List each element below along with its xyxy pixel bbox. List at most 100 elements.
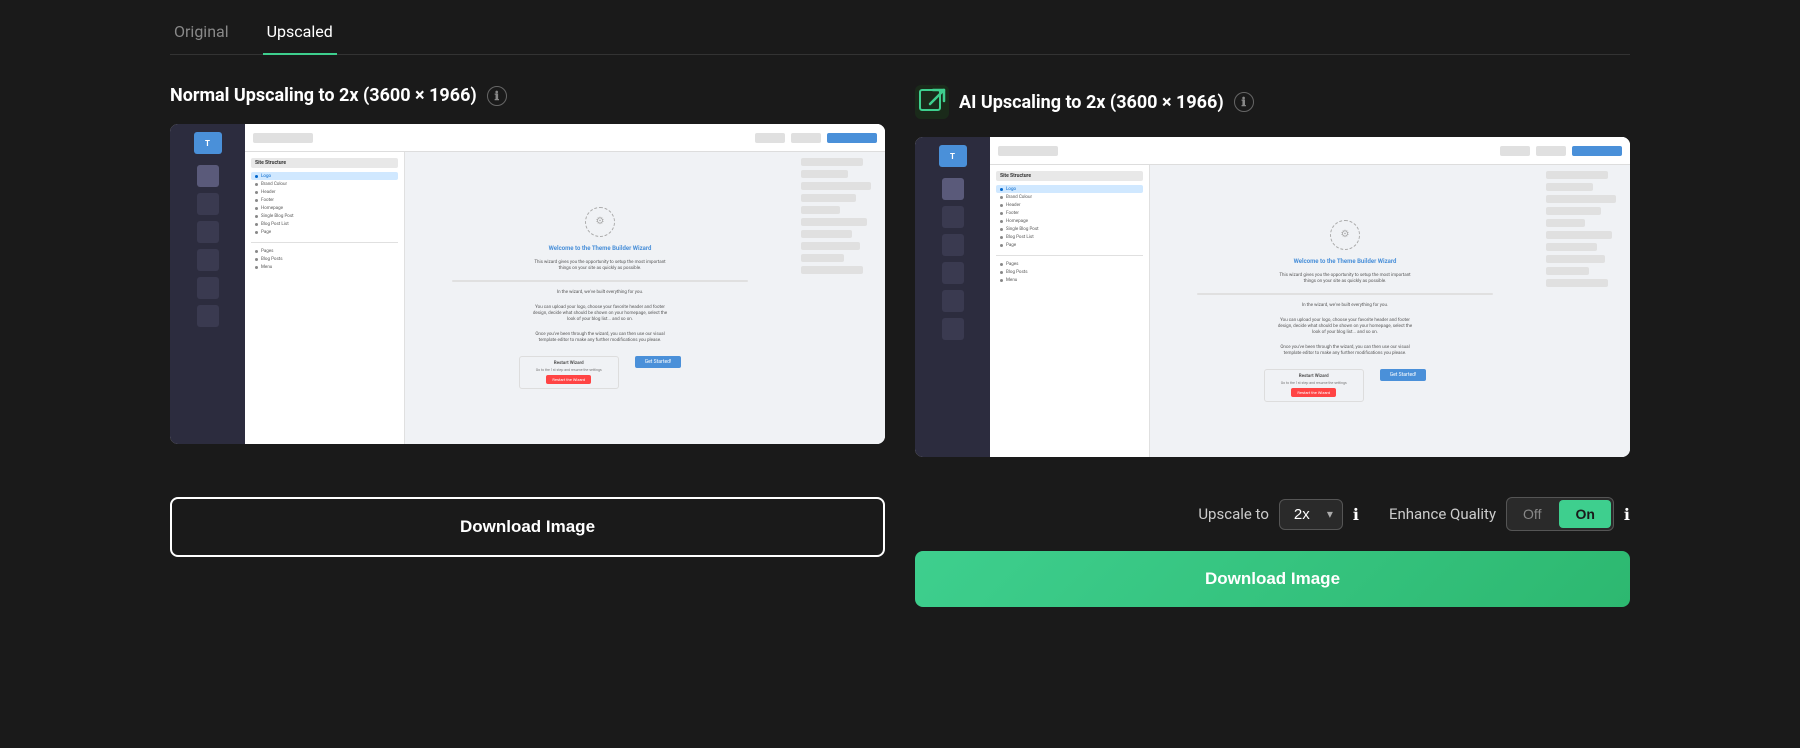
- right-panel-title-text: AI Upscaling to 2x (3600 × 1966): [959, 92, 1224, 113]
- ss-right-bottom-actions: Restart Wizard Go to the 1st step and re…: [1264, 369, 1426, 402]
- ss-right-bar-4: [1546, 207, 1601, 215]
- ss-bar-7: [801, 230, 852, 238]
- ss-right-icon-4: [942, 262, 964, 284]
- left-preview-box: T: [170, 124, 885, 444]
- ss-nav-item-menu: Menu: [251, 263, 398, 271]
- ss-nav-dot-7: [255, 223, 258, 226]
- ss-right-wizard-desc1: This wizard gives you the opportunity to…: [1275, 273, 1415, 286]
- ss-right-wizard-title: Welcome to the Theme Builder Wizard: [1294, 258, 1397, 265]
- left-panel-info-icon[interactable]: ℹ: [487, 86, 507, 106]
- ss-right-dot-8: [1000, 244, 1003, 247]
- left-download-button[interactable]: Download Image: [170, 497, 885, 557]
- ss-wizard-center: ⚙ Welcome to the Theme Builder Wizard Th…: [405, 152, 795, 444]
- ss-right-bar-1: [1546, 171, 1608, 179]
- tab-upscaled[interactable]: Upscaled: [263, 10, 337, 55]
- ss-nav-item-deleted: Pages: [251, 247, 398, 255]
- right-preview-box: T: [915, 137, 1630, 457]
- ss-restart-title: Restart Wizard: [524, 361, 614, 366]
- right-screenshot: T: [915, 137, 1630, 457]
- ss-right-dot-1: [1000, 188, 1003, 191]
- ss-restart-desc: Go to the 1st step and resume the settin…: [524, 368, 614, 372]
- enhance-toggle: Off On: [1506, 497, 1614, 531]
- ss-wizard-icon: ⚙: [585, 207, 615, 237]
- main-container: Original Upscaled Normal Upscaling to 2x…: [0, 0, 1800, 607]
- ss-wizard-desc1: This wizard gives you the opportunity to…: [530, 260, 670, 273]
- ss-right-nav-brand: Brand Colour: [996, 193, 1143, 201]
- ss-right-wizard-icon: ⚙: [1330, 220, 1360, 250]
- ss-bar-1: [801, 158, 863, 166]
- ss-right-nav-blogs: Blog Posts: [996, 268, 1143, 276]
- ss-right-icon-1: [942, 178, 964, 200]
- ss-right-nav-title: Site Structure: [996, 171, 1143, 181]
- ss-right-nav-header: Header: [996, 201, 1143, 209]
- ss-wizard-desc3: You can upload your logo, choose your fa…: [530, 305, 670, 324]
- enhance-info-icon[interactable]: ℹ: [1624, 505, 1630, 524]
- upscale-select[interactable]: 1x 2x 4x: [1279, 499, 1343, 530]
- upscale-info-icon[interactable]: ℹ: [1353, 505, 1359, 524]
- ss-content-area: Site Structure Logo Brand Colour: [245, 152, 885, 444]
- ss-right-right-bars: [1540, 165, 1630, 457]
- ss-nav-dot-1: [255, 175, 258, 178]
- ss-bar-2: [801, 170, 848, 178]
- ss-right-nav-blog: Single Blog Post: [996, 225, 1143, 233]
- bottom-row: Download Image Upscale to 1x 2x 4x ▾: [170, 497, 1630, 607]
- ss-right-bar-3: [1546, 195, 1616, 203]
- right-panel-info-icon[interactable]: ℹ: [1234, 92, 1254, 112]
- ss-right-topbar-btn3: [1572, 146, 1622, 156]
- ss-divider-1: [452, 280, 748, 282]
- toggle-off-button[interactable]: Off: [1507, 500, 1557, 528]
- ss-nav-title: Site Structure: [251, 158, 398, 168]
- ss-right-restart-title: Restart Wizard: [1269, 374, 1359, 379]
- ss-nav-item-bloglist: Blog Post List: [251, 220, 398, 228]
- ss-icon-2: [197, 193, 219, 215]
- ss-right-bar-10: [1546, 279, 1608, 287]
- ss-right-nav-homepage: Homepage: [996, 217, 1143, 225]
- ss-right-dot-2: [1000, 196, 1003, 199]
- toggle-on-button[interactable]: On: [1559, 500, 1610, 528]
- ss-right-nav-panel: Site Structure Logo Brand Colour: [990, 165, 1150, 457]
- ss-nav-dot-3: [255, 191, 258, 194]
- ss-right-dot-5: [1000, 220, 1003, 223]
- upscale-select-wrapper: 1x 2x 4x ▾: [1279, 499, 1343, 530]
- enhance-label: Enhance Quality: [1389, 505, 1496, 523]
- ss-nav-dot-6: [255, 215, 258, 218]
- right-panel: AI Upscaling to 2x (3600 × 1966) ℹ T: [915, 85, 1630, 457]
- ss-wizard-title: Welcome to the Theme Builder Wizard: [549, 245, 652, 252]
- ss-nav-dot-2: [255, 183, 258, 186]
- right-download-button[interactable]: Download Image: [915, 551, 1630, 607]
- ss-bar-10: [801, 266, 863, 274]
- ss-right-wizard-desc3: You can upload your logo, choose your fa…: [1275, 318, 1415, 337]
- ss-right-dot-7: [1000, 236, 1003, 239]
- ai-upscale-icon: [915, 85, 949, 119]
- ss-nav-item-logo: Logo: [251, 172, 398, 180]
- ss-right-topbar-btn2: [1536, 146, 1566, 156]
- ss-logo: T: [194, 132, 222, 154]
- ss-nav-dot-11: [255, 266, 258, 269]
- tab-original[interactable]: Original: [170, 10, 233, 55]
- ss-right-dot-11: [1000, 279, 1003, 282]
- ss-right-bar-9: [1546, 267, 1589, 275]
- left-panel: Normal Upscaling to 2x (3600 × 1966) ℹ T: [170, 85, 885, 457]
- ss-right-logo: T: [939, 145, 967, 167]
- ss-right-divider: Pages Blog Posts Menu: [996, 255, 1143, 284]
- ss-right-wizard: ⚙ Welcome to the Theme Builder Wizard Th…: [1150, 165, 1540, 457]
- ss-wizard-desc2: In the wizard, we've built everything fo…: [557, 290, 643, 296]
- ss-right-bar-7: [1546, 243, 1597, 251]
- ss-right-nav-footer: Footer: [996, 209, 1143, 217]
- ss-right-dot-3: [1000, 204, 1003, 207]
- ss-nav-dot-10: [255, 258, 258, 261]
- ss-nav-item-footer: Footer: [251, 196, 398, 204]
- ss-restart-btn: Restart the Wizard: [546, 375, 591, 384]
- ss-right-topbar-btn1: [1500, 146, 1530, 156]
- panels-row: Normal Upscaling to 2x (3600 × 1966) ℹ T: [170, 85, 1630, 457]
- ss-right-icon-5: [942, 290, 964, 312]
- ss-right-bar-2: [1546, 183, 1593, 191]
- ss-right-bar-6: [1546, 231, 1612, 239]
- ss-bar-4: [801, 194, 856, 202]
- ss-right-icon-2: [942, 206, 964, 228]
- ss-topbar-btn2: [791, 133, 821, 143]
- ss-icon-4: [197, 249, 219, 271]
- ss-nav-divider: Pages Blog Posts Menu: [251, 242, 398, 271]
- ss-icon-6: [197, 305, 219, 327]
- ss-nav-item-homepage: Homepage: [251, 204, 398, 212]
